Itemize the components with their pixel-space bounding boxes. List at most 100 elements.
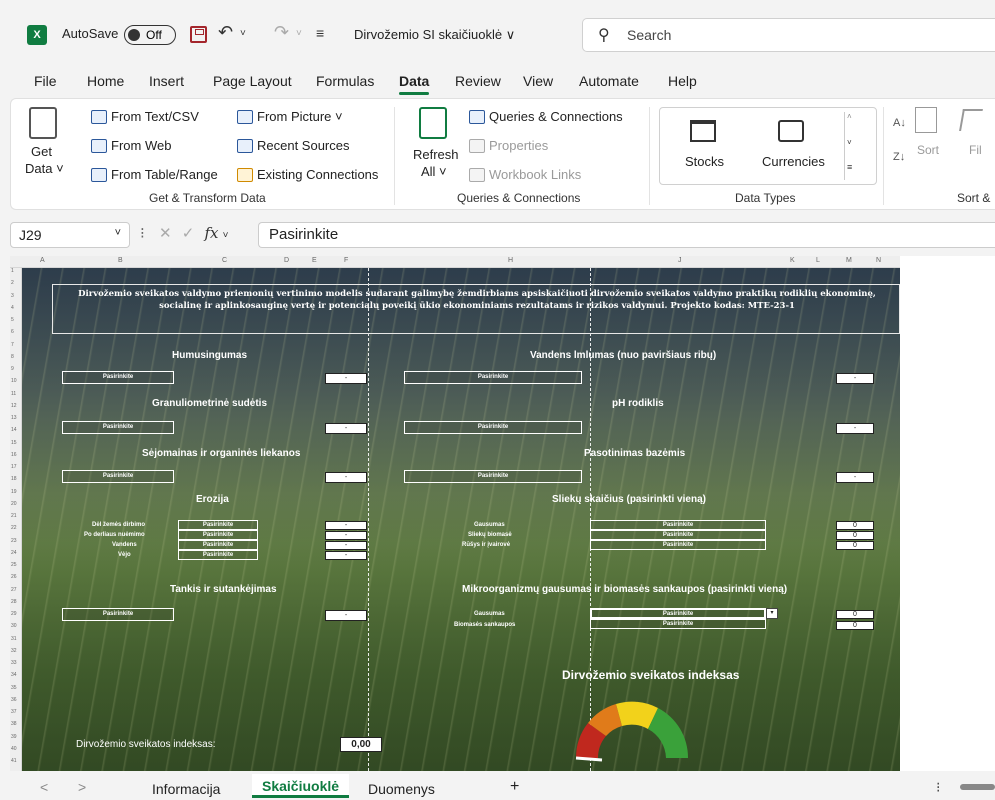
granul-select[interactable]: Pasirinkite bbox=[62, 421, 174, 434]
filter-button[interactable]: Fil bbox=[969, 143, 982, 157]
tab-informacija[interactable]: Informacija bbox=[152, 781, 220, 797]
calculator-sheet[interactable]: Dirvožemio sveikatos valdymo priemonių v… bbox=[22, 268, 900, 771]
row-header-number[interactable]: 4 bbox=[11, 305, 14, 311]
horizontal-scrollbar[interactable] bbox=[960, 784, 995, 790]
tab-skaiciuokle[interactable]: Skaičiuoklė bbox=[252, 774, 350, 798]
row-header-number[interactable]: 18 bbox=[11, 476, 17, 482]
row-header-number[interactable]: 3 bbox=[11, 293, 14, 299]
sliekai-select[interactable]: Pasirinkite bbox=[590, 520, 766, 530]
col-header-f[interactable]: F bbox=[344, 257, 348, 264]
row-header-number[interactable]: 5 bbox=[11, 317, 14, 323]
row-header-number[interactable]: 15 bbox=[11, 440, 17, 446]
menu-automate[interactable]: Automate bbox=[579, 73, 639, 89]
row-header-number[interactable]: 17 bbox=[11, 464, 17, 470]
menu-help[interactable]: Help bbox=[668, 73, 697, 89]
redo-icon[interactable]: ↷ bbox=[274, 22, 289, 43]
redo-dropdown-icon[interactable]: ˅ bbox=[296, 28, 302, 39]
row-header-number[interactable]: 16 bbox=[11, 452, 17, 458]
row-header-number[interactable]: 35 bbox=[11, 685, 17, 691]
row-header-number[interactable]: 29 bbox=[11, 611, 17, 617]
ph-select[interactable]: Pasirinkite bbox=[404, 421, 582, 434]
grid-empty-area[interactable] bbox=[900, 256, 995, 771]
recent-sources-button[interactable]: Recent Sources bbox=[257, 138, 350, 153]
gallery-more-icon[interactable]: ≡ bbox=[847, 162, 852, 172]
row-header-number[interactable]: 38 bbox=[11, 721, 17, 727]
save-icon[interactable] bbox=[190, 26, 207, 43]
row-header-number[interactable]: 32 bbox=[11, 648, 17, 654]
tankis-select[interactable]: Pasirinkite bbox=[62, 608, 174, 621]
insert-function-icon[interactable]: fx bbox=[204, 224, 218, 242]
erozija-select[interactable]: Pasirinkite bbox=[178, 530, 258, 540]
row-header-number[interactable]: 26 bbox=[11, 574, 17, 580]
menu-insert[interactable]: Insert bbox=[149, 73, 184, 89]
row-header-number[interactable]: 36 bbox=[11, 697, 17, 703]
queries-connections-button[interactable]: Queries & Connections bbox=[489, 109, 623, 124]
row-header-number[interactable]: 41 bbox=[11, 758, 17, 764]
row-header-number[interactable]: 19 bbox=[11, 489, 17, 495]
row-header-number[interactable]: 8 bbox=[11, 354, 14, 360]
row-header-number[interactable]: 37 bbox=[11, 709, 17, 715]
menu-page-layout[interactable]: Page Layout bbox=[213, 73, 292, 89]
col-header-c[interactable]: C bbox=[222, 257, 227, 264]
customize-toolbar-icon[interactable]: ≡ bbox=[316, 25, 324, 41]
col-header-b[interactable]: B bbox=[118, 257, 123, 264]
pasotinimas-select[interactable]: Pasirinkite bbox=[404, 470, 582, 483]
col-header-h[interactable]: H bbox=[508, 257, 513, 264]
worksheet-grid[interactable]: A B C D E F H J K L M N 1 2 3 4 5 6 7 8 9 10 11 12 1… bbox=[10, 256, 900, 771]
from-text-csv-button[interactable]: From Text/CSV bbox=[111, 109, 199, 124]
dropdown-arrow-icon[interactable]: ▾ bbox=[766, 608, 778, 619]
autosave-toggle[interactable]: Off bbox=[124, 25, 176, 45]
data-types-gallery[interactable]: Stocks Currencies ˄ ˅ ≡ bbox=[659, 107, 877, 185]
row-header-number[interactable]: 31 bbox=[11, 636, 17, 642]
row-header-number[interactable]: 23 bbox=[11, 538, 17, 544]
from-picture-button[interactable]: From Picture ˅ bbox=[257, 109, 343, 124]
undo-dropdown-icon[interactable]: ˅ bbox=[240, 28, 246, 39]
menu-review[interactable]: Review bbox=[455, 73, 501, 89]
col-header-e[interactable]: E bbox=[312, 257, 317, 264]
sort-button[interactable]: Sort bbox=[917, 143, 939, 157]
row-header-number[interactable]: 14 bbox=[11, 427, 17, 433]
sliekai-select[interactable]: Pasirinkite bbox=[590, 540, 766, 550]
menu-view[interactable]: View bbox=[523, 73, 553, 89]
humusingumas-select[interactable]: Pasirinkite bbox=[62, 371, 174, 384]
row-header-number[interactable]: 13 bbox=[11, 415, 17, 421]
sort-za-icon[interactable]: Z↓ bbox=[893, 151, 905, 163]
row-header-number[interactable]: 27 bbox=[11, 587, 17, 593]
row-header-number[interactable]: 39 bbox=[11, 734, 17, 740]
get-data-dropdown[interactable]: Data ˅ bbox=[25, 161, 64, 176]
name-box-dropdown-icon[interactable]: ˅ bbox=[115, 227, 121, 239]
workbook-links-button[interactable]: Workbook Links bbox=[489, 167, 581, 182]
row-header-number[interactable]: 11 bbox=[11, 391, 16, 397]
currencies-button[interactable]: Currencies bbox=[762, 154, 825, 169]
mikro-select[interactable]: Pasirinkite bbox=[590, 619, 766, 629]
document-title[interactable]: Dirvožemio SI skaičiuoklė ∨ bbox=[354, 27, 515, 43]
menu-formulas[interactable]: Formulas bbox=[316, 73, 374, 89]
get-data-button[interactable]: Get bbox=[31, 144, 52, 159]
vandens-select[interactable]: Pasirinkite bbox=[404, 371, 582, 384]
tab-duomenys[interactable]: Duomenys bbox=[368, 781, 435, 797]
undo-icon[interactable]: ↶ bbox=[218, 22, 233, 43]
row-header-number[interactable]: 9 bbox=[11, 366, 14, 372]
erozija-select[interactable]: Pasirinkite bbox=[178, 550, 258, 560]
enter-icon[interactable]: ✓ bbox=[182, 225, 195, 242]
col-header-k[interactable]: K bbox=[790, 257, 795, 264]
row-header-number[interactable]: 33 bbox=[11, 660, 17, 666]
search-box[interactable]: ⚲ Search bbox=[582, 18, 995, 52]
row-header-number[interactable]: 12 bbox=[11, 403, 17, 409]
row-header-number[interactable]: 20 bbox=[11, 501, 17, 507]
sliekai-select[interactable]: Pasirinkite bbox=[590, 530, 766, 540]
stocks-button[interactable]: Stocks bbox=[685, 154, 724, 169]
add-sheet-button[interactable]: + bbox=[510, 778, 519, 796]
menu-file[interactable]: File bbox=[34, 73, 57, 89]
sejomainas-select[interactable]: Pasirinkite bbox=[62, 470, 174, 483]
row-header-number[interactable]: 2 bbox=[11, 280, 14, 286]
gallery-down-icon[interactable]: ˅ bbox=[847, 138, 852, 147]
col-header-d[interactable]: D bbox=[284, 257, 289, 264]
row-header-number[interactable]: 40 bbox=[11, 746, 17, 752]
erozija-select[interactable]: Pasirinkite bbox=[178, 520, 258, 530]
fx-dropdown-icon[interactable]: ˅ bbox=[223, 230, 229, 241]
erozija-select[interactable]: Pasirinkite bbox=[178, 540, 258, 550]
col-header-l[interactable]: L bbox=[816, 257, 820, 264]
row-header-number[interactable]: 21 bbox=[11, 513, 17, 519]
next-sheet-icon[interactable]: > bbox=[78, 779, 86, 795]
